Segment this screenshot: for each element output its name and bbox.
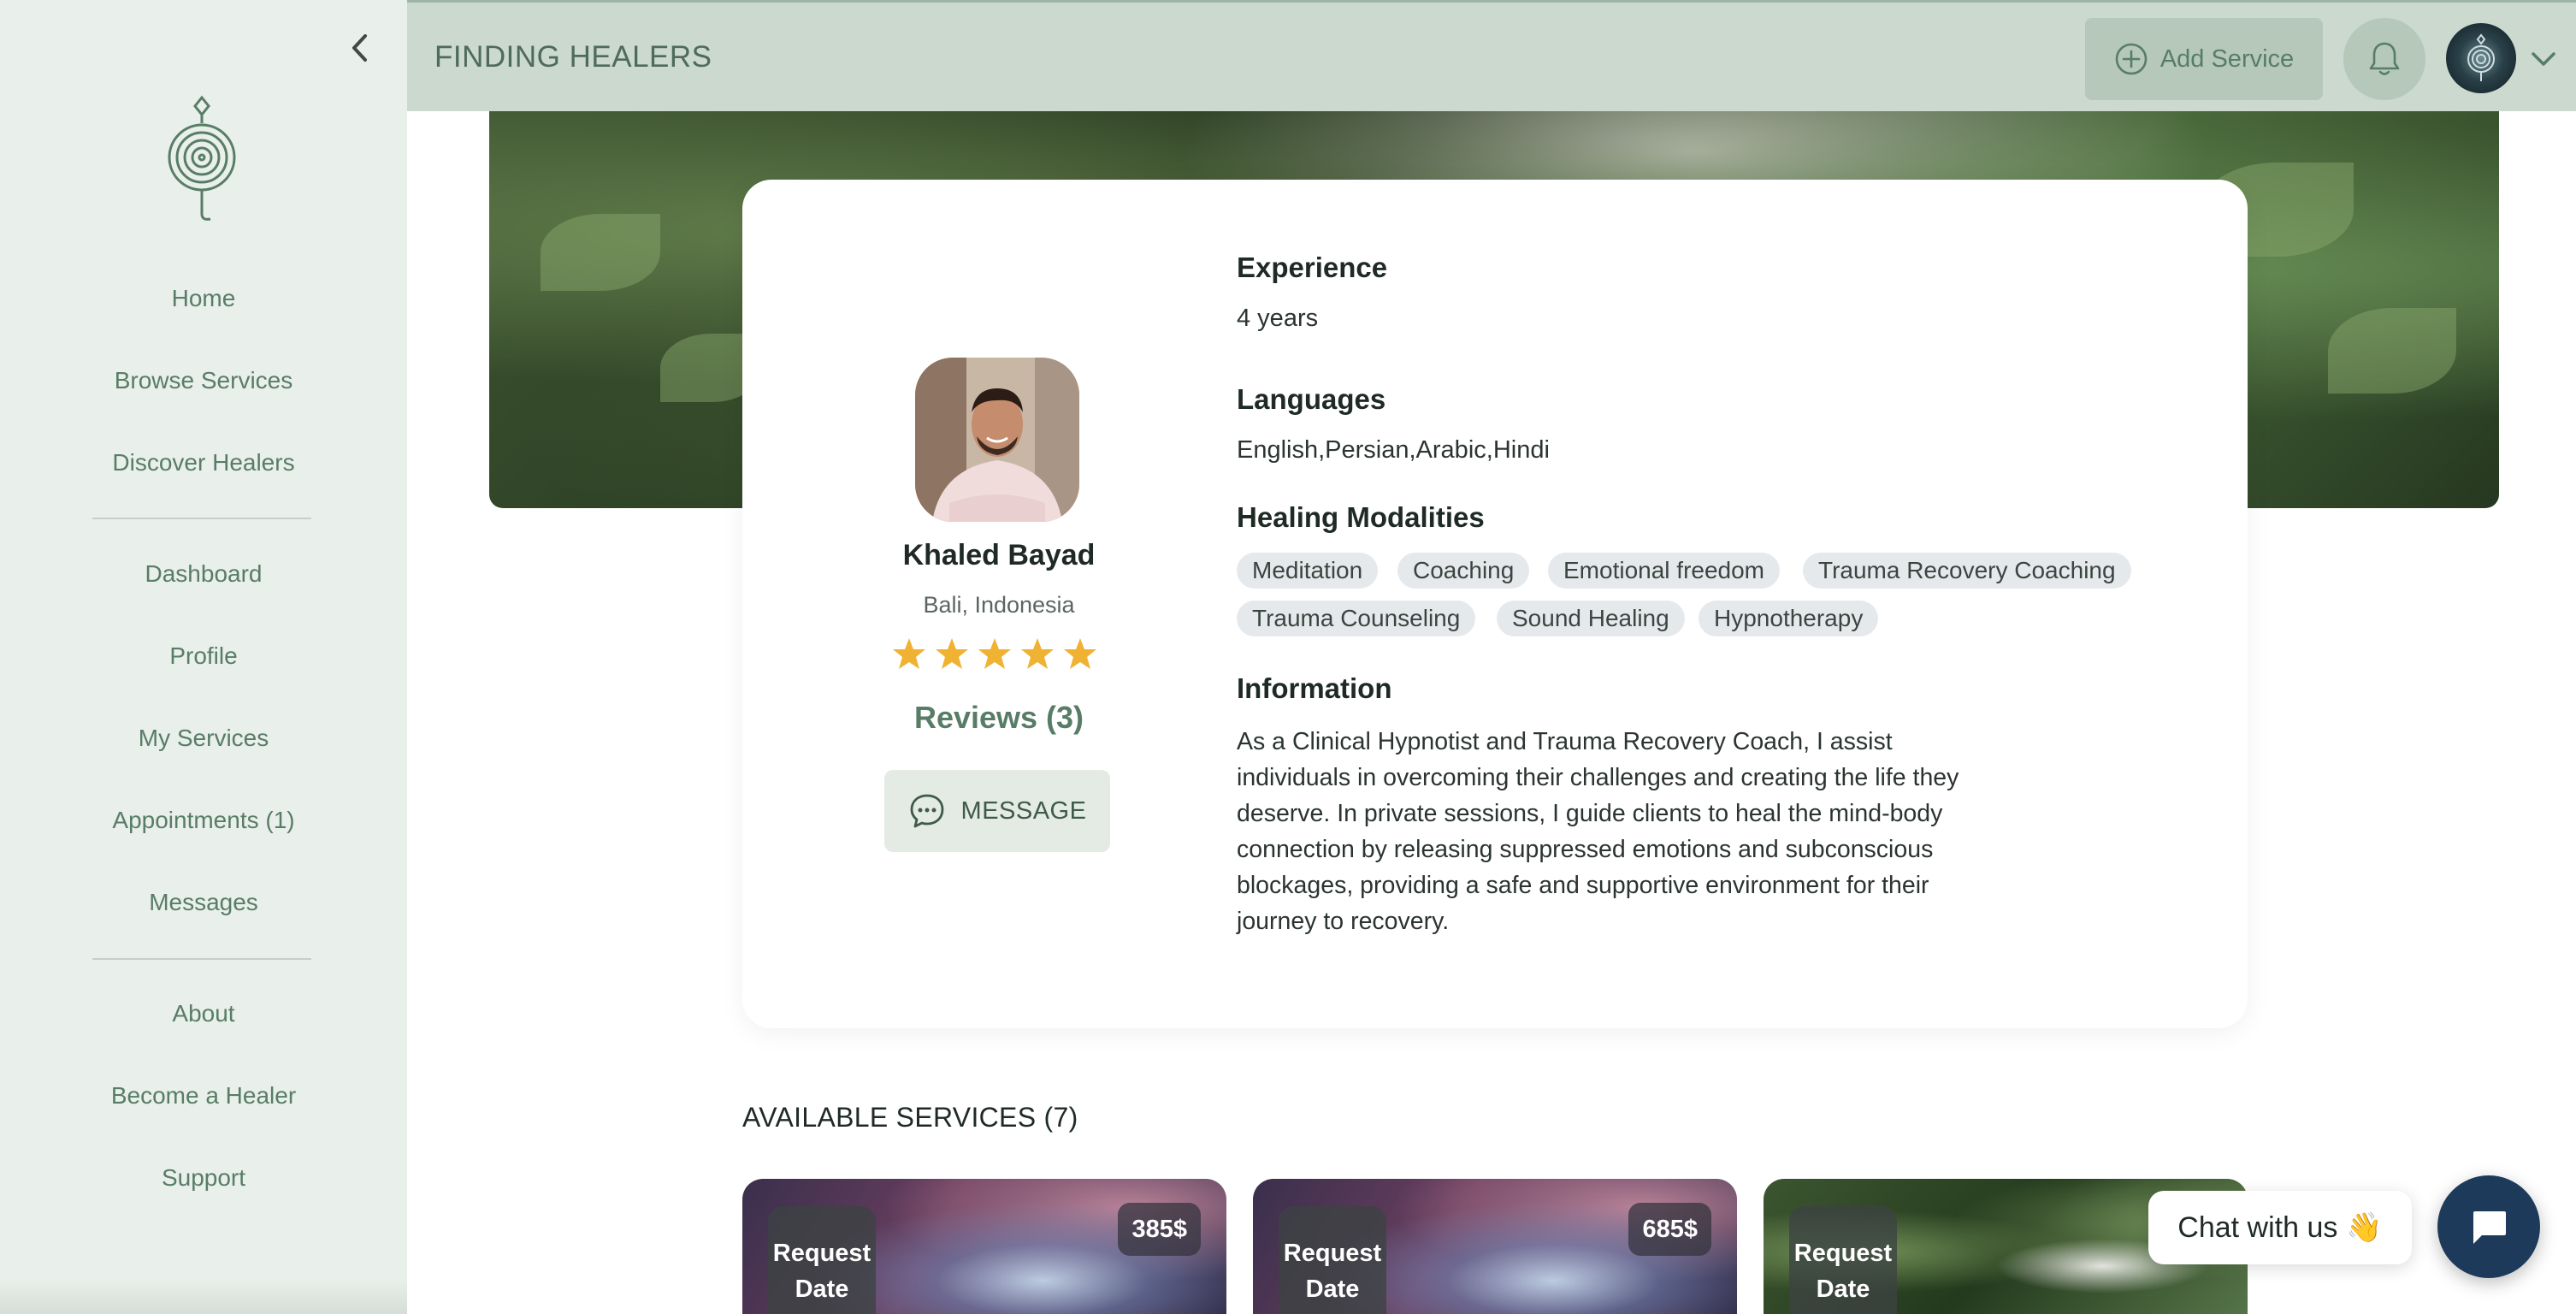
topbar: FINDING HEALERS Add Service xyxy=(407,0,2576,111)
sidebar-item-discover-healers[interactable]: Discover Healers xyxy=(0,446,407,480)
rating-stars xyxy=(892,636,1097,671)
service-card[interactable]: Request Date 385$ xyxy=(742,1179,1226,1314)
add-service-button[interactable]: Add Service xyxy=(2085,18,2323,100)
experience-value: 4 years xyxy=(1237,305,1319,332)
sidebar-item-browse-services[interactable]: Browse Services xyxy=(0,364,407,398)
modality-tag: Trauma Recovery Coaching xyxy=(1803,553,2131,589)
sidebar-divider xyxy=(92,518,311,519)
plus-circle-icon xyxy=(2115,43,2148,75)
sidebar: Home Browse Services Discover Healers Da… xyxy=(0,0,407,1314)
star-icon xyxy=(936,638,968,669)
notifications-button[interactable] xyxy=(2343,18,2425,100)
message-label: MESSAGE xyxy=(960,796,1087,825)
chat-with-us-bubble[interactable]: Chat with us 👋 xyxy=(2148,1191,2412,1264)
star-icon xyxy=(1064,638,1096,669)
modalities-heading: Healing Modalities xyxy=(1237,501,1485,533)
sidebar-item-become-a-healer[interactable]: Become a Healer xyxy=(0,1079,407,1113)
request-date-badge[interactable]: Request Date xyxy=(1789,1206,1897,1314)
available-services-heading: AVAILABLE SERVICES (7) xyxy=(742,1102,1078,1133)
price-badge: 385$ xyxy=(1118,1203,1201,1256)
service-card[interactable]: Request Date 685$ xyxy=(1253,1179,1737,1314)
reviews-link[interactable]: Reviews (3) xyxy=(742,700,1256,736)
modality-tag: Emotional freedom xyxy=(1548,553,1781,589)
chat-launcher-button[interactable] xyxy=(2437,1175,2540,1278)
modality-tag: Meditation xyxy=(1237,553,1379,589)
messenger-icon xyxy=(2473,1211,2506,1244)
collapse-sidebar-button[interactable] xyxy=(342,31,376,65)
sidebar-item-dashboard[interactable]: Dashboard xyxy=(0,557,407,591)
modality-tag: Coaching xyxy=(1397,553,1530,589)
message-button[interactable]: MESSAGE xyxy=(884,770,1110,852)
sidebar-item-messages[interactable]: Messages xyxy=(0,885,407,920)
star-icon xyxy=(978,638,1011,669)
modality-tag: Hypnotherapy xyxy=(1699,601,1879,636)
sidebar-item-profile[interactable]: Profile xyxy=(0,639,407,673)
sidebar-item-about[interactable]: About xyxy=(0,997,407,1031)
modality-tag: Trauma Counseling xyxy=(1237,601,1476,636)
modality-tag: Sound Healing xyxy=(1497,601,1685,636)
languages-value: English,Persian,Arabic,Hindi xyxy=(1237,436,1550,464)
page-title: FINDING HEALERS xyxy=(434,40,712,74)
bell-icon xyxy=(2369,42,2400,75)
healer-avatar xyxy=(915,358,1079,522)
sidebar-bottom-shade xyxy=(0,1280,407,1314)
sidebar-item-appointments[interactable]: Appointments (1) xyxy=(0,803,407,838)
sidebar-divider xyxy=(92,958,311,960)
avatar-logo-icon xyxy=(2467,33,2495,81)
star-icon xyxy=(1021,638,1054,669)
chat-label: Chat with us xyxy=(2177,1210,2338,1244)
sidebar-item-my-services[interactable]: My Services xyxy=(0,721,407,755)
healer-name: Khaled Bayad xyxy=(902,539,1096,571)
sidebar-item-home[interactable]: Home xyxy=(0,281,407,316)
price-badge: 685$ xyxy=(1628,1203,1711,1256)
sidebar-item-support[interactable]: Support xyxy=(0,1161,407,1195)
chevron-down-icon[interactable] xyxy=(2528,44,2559,74)
experience-heading: Experience xyxy=(1237,252,1388,283)
wave-emoji-icon: 👋 xyxy=(2346,1211,2383,1244)
languages-heading: Languages xyxy=(1237,383,1386,415)
information-heading: Information xyxy=(1237,672,1392,704)
star-icon xyxy=(893,638,925,669)
healer-profile-card: Khaled Bayad Bali, Indonesia Reviews (3)… xyxy=(742,180,2248,1028)
chevron-left-icon xyxy=(352,34,367,62)
user-avatar[interactable] xyxy=(2446,23,2516,93)
request-date-badge[interactable]: Request Date xyxy=(768,1206,876,1314)
information-text: As a Clinical Hypnotist and Trauma Recov… xyxy=(1237,728,1959,935)
healer-location: Bali, Indonesia xyxy=(923,592,1075,618)
spiral-logo-icon[interactable] xyxy=(161,94,243,222)
request-date-badge[interactable]: Request Date xyxy=(1279,1206,1386,1314)
add-service-label: Add Service xyxy=(2159,44,2295,73)
chat-bubble-icon xyxy=(910,794,943,828)
